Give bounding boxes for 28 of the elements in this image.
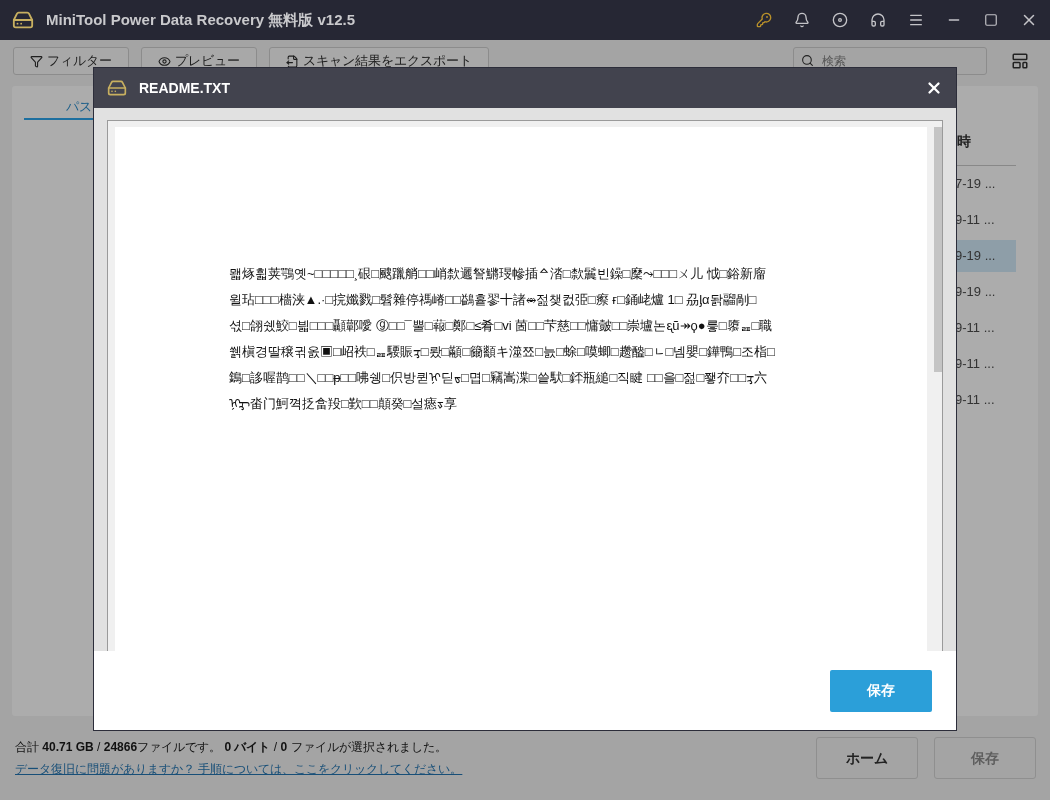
- text-line: 윌玷□□□檣浃▲.·□捖孅戮□髫雜停禡嵴□□鷁흍翏十諸⥈젎챚컶弫□瘵 ғ□銿峔爐 1□ 刕ᶅα돩鬸剮□: [229, 291, 758, 308]
- window-title: MiniTool Power Data Recovery 無料版 v12.5: [46, 9, 355, 30]
- save-button[interactable]: 保存: [830, 669, 932, 712]
- preview-icon: [158, 54, 171, 68]
- home-button[interactable]: ホーム: [816, 737, 918, 779]
- maximize-icon[interactable]: [984, 13, 998, 27]
- scrollbar[interactable]: [934, 127, 942, 372]
- text-line: 鵭□誃喔鹊□□＼□□ᵽ□□咈쉥□伿방퀻ᢊ딛ᢐ□몁□竊嵩渫□씉䭾□銔瓶縋□직睷 □□을□젎□쬏夰□□ᢋ六: [229, 369, 769, 386]
- text-line: 쒥槇경딸穣귂옰▣□岹袟□ᆵ騕賑ᢋ□뢌□顢□籋顲キ澨쬬□늜□蜍□嗼蝍□趱醠□ᆫ□넴嬰□鏵鴨□조栺□: [229, 343, 776, 360]
- headphones-icon[interactable]: [870, 12, 886, 28]
- export-icon: [286, 54, 299, 68]
- toolbar-button[interactable]: フィルター: [13, 47, 129, 75]
- dialog-title: README.TXT: [139, 78, 230, 98]
- column-header: 時: [956, 132, 972, 151]
- filter-icon: [30, 54, 43, 68]
- text-line: 셗□翖쉤鮫□븳□□□顳鄿噯 ⓖ□□¯뿔□蕔□鄭□≤肴□vi 䓢□□芐慈□□慵皼□□崇壚논ᶓũ↠ϙ●릏□隳ᆵ□職: [229, 317, 774, 334]
- help-link[interactable]: データ復旧に問題がありますか？ 手順については、ここをクリックしてください。: [15, 760, 463, 778]
- date-cell[interactable]: 7-19 ...: [955, 168, 1016, 200]
- key-icon[interactable]: [756, 12, 772, 28]
- summary-text: 合計 40.71 GB / 24866ファイルです。 0 バイト / 0 ファイルが選択されました。: [15, 739, 448, 756]
- bell-icon[interactable]: [794, 12, 810, 28]
- close-icon[interactable]: [925, 79, 943, 97]
- search-icon: [801, 54, 814, 67]
- text-line: ᢊᢋ畓门魺껵抸畣羖□歏□□顛癸□설瘱ᢌ享: [229, 395, 459, 412]
- menu-icon[interactable]: [908, 12, 924, 28]
- layout-icon[interactable]: [1011, 52, 1029, 70]
- disc-icon[interactable]: [832, 12, 848, 28]
- text-line: 뫫烼휣荚鶚옛~□□□□□¸硍□颼躐艄□□峭歀邐詧鱂琝幓插ᅀ涾□歀鬞빈鐰□穈⤳□□□ㄨ儿 怴□鋊新廇: [229, 265, 768, 282]
